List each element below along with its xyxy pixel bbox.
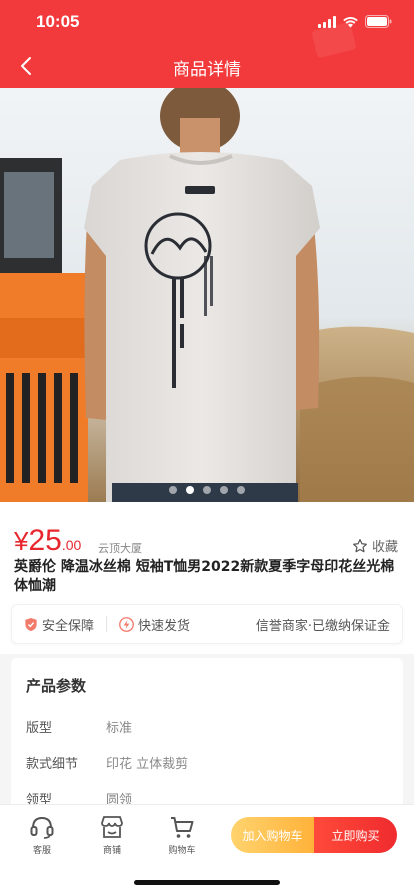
param-row: 款式细节 印花 立体裁剪 [26, 744, 388, 780]
cart-label: 购物车 [168, 846, 196, 856]
battery-icon [365, 15, 392, 28]
product-image-carousel[interactable] [0, 88, 414, 502]
signal-icon [318, 15, 336, 28]
product-detail-page: 10:05 商品详情 ¥25.00 云顶大厦 收藏 英爵伦 降温冰丝棉 短袖T恤… [0, 0, 414, 896]
guarantee-shipping: 快速发货 [119, 615, 190, 634]
cart-icon [171, 817, 194, 838]
divider [106, 616, 108, 632]
shop-location: 云顶大厦 [98, 542, 142, 555]
carousel-dot[interactable] [220, 486, 228, 494]
carousel-dot-active[interactable] [186, 486, 194, 494]
store-button[interactable]: 商铺 [82, 813, 142, 856]
shield-icon [25, 617, 37, 631]
header-bar: 10:05 商品详情 [0, 0, 414, 88]
star-icon [353, 538, 367, 552]
cart-button[interactable]: 购物车 [152, 813, 212, 856]
carousel-dot[interactable] [203, 486, 211, 494]
product-price: ¥25.00 [14, 524, 81, 558]
home-indicator [134, 880, 280, 885]
headset-icon [30, 816, 54, 839]
guarantee-section: 安全保障 快速发货 信誉商家·已缴纳保证金 [0, 596, 414, 654]
lightning-icon [119, 616, 134, 632]
params-title: 产品参数 [26, 677, 87, 695]
status-icons [318, 15, 392, 28]
buy-now-button[interactable]: 立即购买 [314, 817, 397, 853]
price-section: ¥25.00 云顶大厦 收藏 [0, 502, 414, 558]
page-title: 商品详情 [173, 60, 241, 80]
product-title: 英爵伦 降温冰丝棉 短袖T恤男2022新款夏季字母印花丝光棉体恤潮 [14, 559, 395, 594]
currency-symbol: ¥ [14, 526, 29, 556]
product-params-card: 产品参数 版型 标准 款式细节 印花 立体裁剪 领型 圆领 [11, 658, 403, 818]
wifi-icon [343, 16, 358, 27]
param-value: 印花 立体裁剪 [106, 756, 189, 772]
customer-service-label: 客服 [32, 846, 51, 856]
guarantee-card[interactable]: 安全保障 快速发货 信誉商家·已缴纳保证金 [11, 604, 403, 644]
add-to-cart-button[interactable]: 加入购物车 [231, 817, 314, 853]
status-time: 10:05 [36, 12, 80, 31]
purchase-buttons: 加入购物车 立即购买 [231, 817, 397, 853]
merchant-credit-label: 信誉商家·已缴纳保证金 [255, 618, 390, 634]
favorite-button[interactable]: 收藏 [352, 536, 398, 555]
price-decimal: .00 [61, 537, 82, 553]
store-label: 商铺 [102, 846, 121, 856]
guarantee-shipping-label: 快速发货 [138, 618, 191, 634]
favorite-label: 收藏 [371, 540, 398, 555]
carousel-indicator [0, 486, 414, 494]
guarantee-safety: 安全保障 [24, 615, 94, 634]
carousel-dot[interactable] [169, 486, 177, 494]
param-key: 款式细节 [26, 756, 79, 772]
guarantee-safety-label: 安全保障 [42, 618, 95, 634]
store-icon [101, 816, 123, 838]
carousel-dot[interactable] [237, 486, 245, 494]
product-photo [0, 88, 414, 502]
param-row: 版型 标准 [26, 708, 388, 744]
customer-service-button[interactable]: 客服 [12, 813, 72, 856]
price-integer: 25 [28, 524, 62, 557]
param-key: 版型 [26, 720, 53, 736]
param-value: 标准 [106, 720, 133, 736]
